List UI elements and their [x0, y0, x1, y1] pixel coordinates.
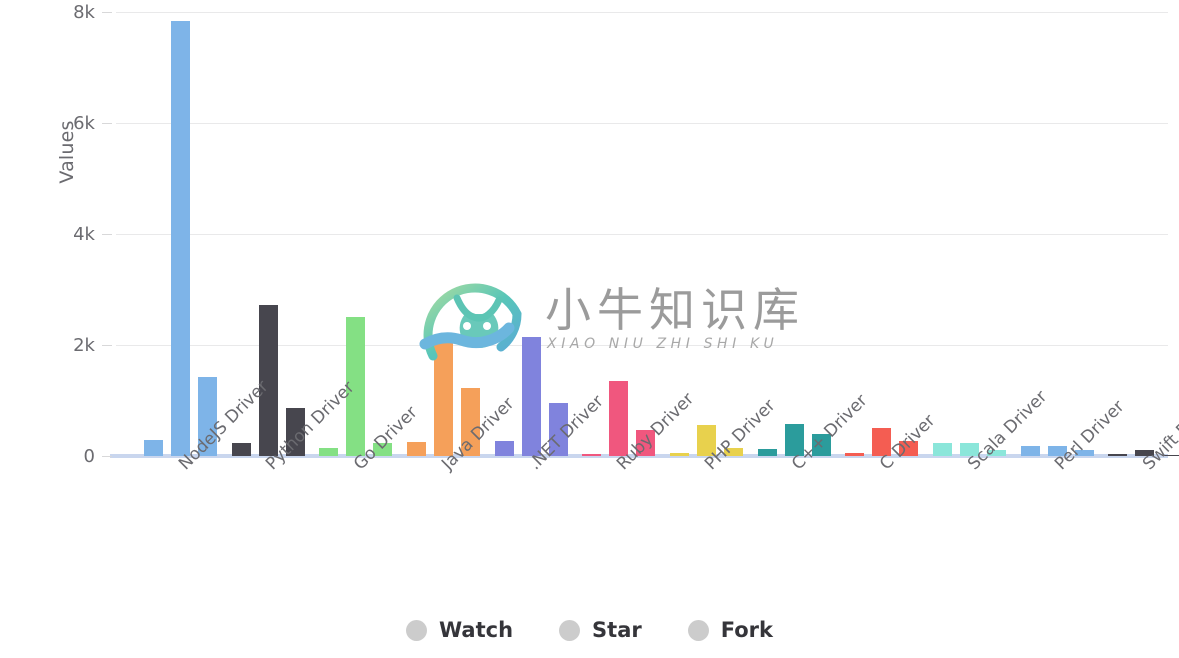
y-tick-label: 0 [83, 446, 95, 467]
bar[interactable] [231, 442, 251, 456]
bar-chart: Values 0 2k 4k 6k 8k NodeJS Driver Python Dri… [0, 0, 1179, 658]
y-tick-mark [102, 123, 112, 124]
bar-group [757, 12, 831, 456]
bar-group [582, 12, 656, 456]
bar[interactable] [670, 452, 689, 456]
legend-swatch-icon [406, 619, 427, 641]
plot-area: 0 2k 4k 6k 8k [73, 2, 1179, 467]
legend-label: Star [592, 618, 642, 642]
bar[interactable] [407, 442, 426, 456]
y-tick-label: 4k [73, 224, 95, 245]
bar-group [845, 12, 919, 456]
bar-group [144, 12, 217, 456]
y-tick-label: 2k [73, 335, 95, 356]
y-tick-label: 6k [73, 113, 95, 134]
y-tick-mark [102, 12, 112, 13]
legend-swatch-icon [559, 619, 581, 641]
bar[interactable] [1020, 446, 1040, 456]
bar-group [494, 12, 568, 456]
legend-item[interactable]: Fork [687, 618, 773, 642]
y-tick-mark [102, 345, 112, 346]
legend-item[interactable]: Star [559, 618, 642, 642]
bar[interactable] [144, 440, 163, 456]
y-tick-mark [102, 456, 112, 457]
bar[interactable] [434, 337, 453, 456]
bar[interactable] [845, 452, 865, 456]
bar-group [670, 12, 743, 456]
x-axis-labels: NodeJS Driver Python Driver Go Driver Java … [116, 377, 1179, 590]
legend-item[interactable]: Watch [406, 618, 513, 642]
y-tick-label: 8k [73, 2, 95, 23]
bar-group [407, 12, 480, 456]
bar-group [933, 12, 1006, 456]
bar[interactable] [933, 442, 952, 456]
bar[interactable] [609, 381, 629, 456]
y-tick-mark [102, 234, 112, 235]
legend-label: Fork [720, 618, 773, 642]
bar-group [1020, 12, 1094, 456]
bar[interactable] [521, 337, 541, 456]
bar[interactable] [319, 448, 339, 456]
y-axis-title: Values [56, 120, 78, 184]
legend-label: Watch [439, 618, 514, 642]
bar[interactable] [582, 453, 602, 456]
bar[interactable] [757, 448, 777, 456]
bar[interactable] [171, 21, 190, 456]
bar[interactable] [494, 441, 514, 456]
legend-swatch-icon [687, 619, 709, 641]
bar[interactable] [1108, 454, 1128, 456]
chart-legend: Watch Star Fork [0, 618, 1179, 642]
bar-group [1108, 12, 1179, 456]
